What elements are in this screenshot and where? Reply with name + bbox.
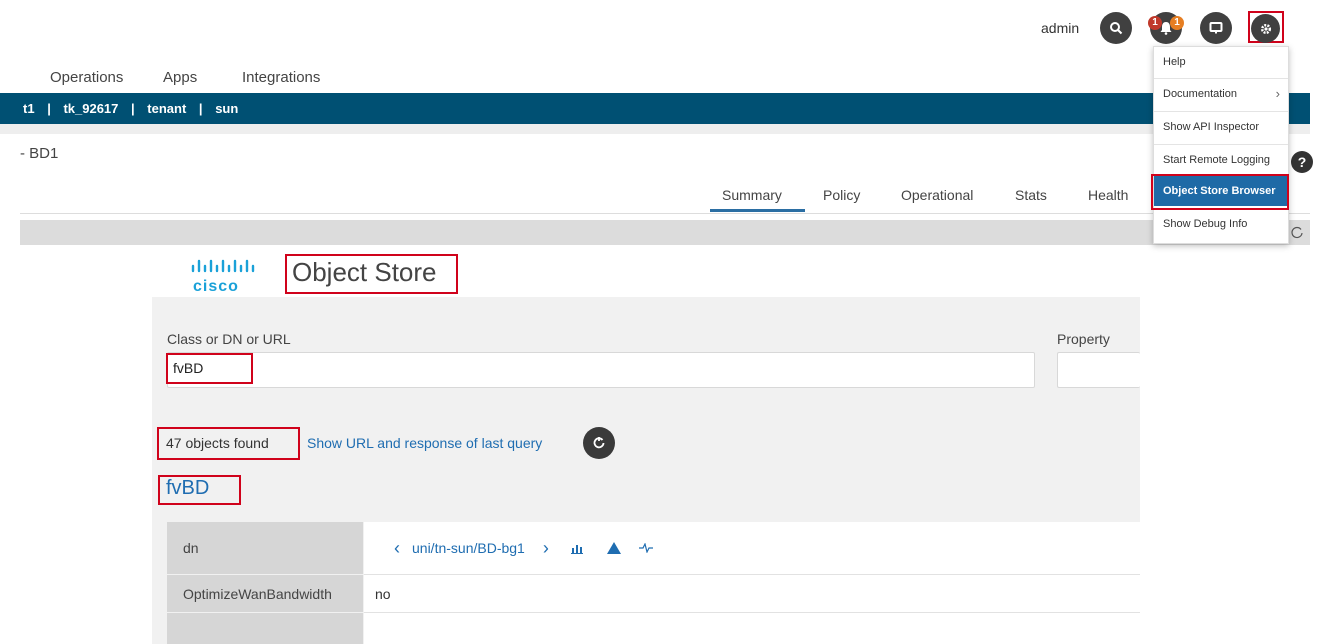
refresh-icon[interactable] [1290, 225, 1304, 244]
class-dn-url-input[interactable] [167, 352, 1035, 388]
row-value-next [364, 613, 1140, 644]
breadcrumb-item[interactable]: sun [215, 101, 238, 116]
tab-summary[interactable]: Summary [722, 187, 782, 203]
row-label-optimize-wan: OptimizeWanBandwidth [167, 575, 363, 612]
show-url-link[interactable]: Show URL and response of last query [307, 435, 542, 451]
row-label-next [167, 613, 363, 644]
stats-icon[interactable] [570, 542, 583, 554]
user-name[interactable]: admin [1041, 20, 1079, 36]
menu-item-show-debug-info[interactable]: Show Debug Info [1154, 209, 1288, 239]
cisco-logo: cisco [190, 256, 260, 301]
refresh-query-button[interactable] [583, 427, 615, 459]
search-button[interactable] [1100, 12, 1132, 44]
breadcrumb-separator: | [47, 101, 51, 116]
nav-apps[interactable]: Apps [163, 69, 197, 86]
class-heading-link[interactable]: fvBD [166, 477, 209, 500]
help-icon[interactable]: ? [1291, 151, 1313, 173]
nav-integrations[interactable]: Integrations [242, 69, 320, 86]
gear-icon [1260, 23, 1271, 34]
breadcrumb-item[interactable]: tk_92617 [63, 101, 118, 116]
class-dn-url-label: Class or DN or URL [167, 331, 291, 347]
menu-item-highlight [1151, 174, 1289, 210]
fault-icon[interactable] [606, 542, 621, 554]
menu-item-show-api-inspector[interactable]: Show API Inspector [1154, 112, 1288, 142]
menu-item-start-remote-logging[interactable]: Start Remote Logging [1154, 145, 1288, 175]
menu-item-help[interactable]: Help [1154, 47, 1288, 77]
refresh-icon [593, 437, 605, 449]
property-input[interactable] [1057, 352, 1140, 388]
dn-value[interactable]: uni/tn-sun/BD-bg1 [412, 540, 525, 556]
toolbar-strip [20, 220, 1310, 245]
settings-button[interactable] [1251, 14, 1280, 43]
breadcrumb: t1 | tk_92617 | tenant | sun [0, 93, 1310, 124]
chevron-right-icon: › [1275, 86, 1280, 101]
tab-policy[interactable]: Policy [823, 187, 860, 203]
row-value-optimize-wan: no [364, 575, 1140, 612]
settings-dropdown-menu: Help Documentation › Show API Inspector … [1153, 46, 1289, 244]
property-label: Property [1057, 331, 1110, 347]
page-heading: Object Store [292, 257, 437, 287]
row-label-dn: dn [167, 522, 363, 574]
system-tools-button[interactable] [1200, 12, 1232, 44]
tab-stats[interactable]: Stats [1015, 187, 1047, 203]
breadcrumb-item[interactable]: tenant [147, 101, 186, 116]
svg-text:cisco: cisco [193, 278, 239, 295]
objects-found-count: 47 objects found [166, 435, 269, 451]
chevron-right-icon[interactable]: › [543, 538, 549, 559]
nav-operations[interactable]: Operations [50, 69, 123, 86]
menu-item-label: Documentation [1163, 88, 1237, 100]
search-icon [1110, 22, 1123, 35]
chevron-left-icon[interactable]: ‹ [394, 538, 400, 559]
breadcrumb-item[interactable]: t1 [23, 101, 35, 116]
tab-health[interactable]: Health [1088, 187, 1128, 203]
tab-operational[interactable]: Operational [901, 187, 973, 203]
breadcrumb-separator: | [198, 101, 203, 116]
health-icon[interactable] [638, 543, 653, 553]
class-dn-url-value[interactable]: fvBD [173, 360, 203, 376]
monitor-icon [1209, 22, 1223, 34]
row-value-dn: ‹ uni/tn-sun/BD-bg1 › [364, 522, 1140, 574]
fault-badge: 1 [1148, 16, 1162, 30]
active-tab-indicator [710, 209, 805, 212]
page-title: - BD1 [20, 145, 59, 162]
alert-badge: 1 [1170, 16, 1184, 30]
breadcrumb-separator: | [131, 101, 135, 116]
menu-item-documentation[interactable]: Documentation › [1154, 79, 1288, 109]
divider [20, 213, 1310, 214]
divider [0, 124, 1310, 134]
